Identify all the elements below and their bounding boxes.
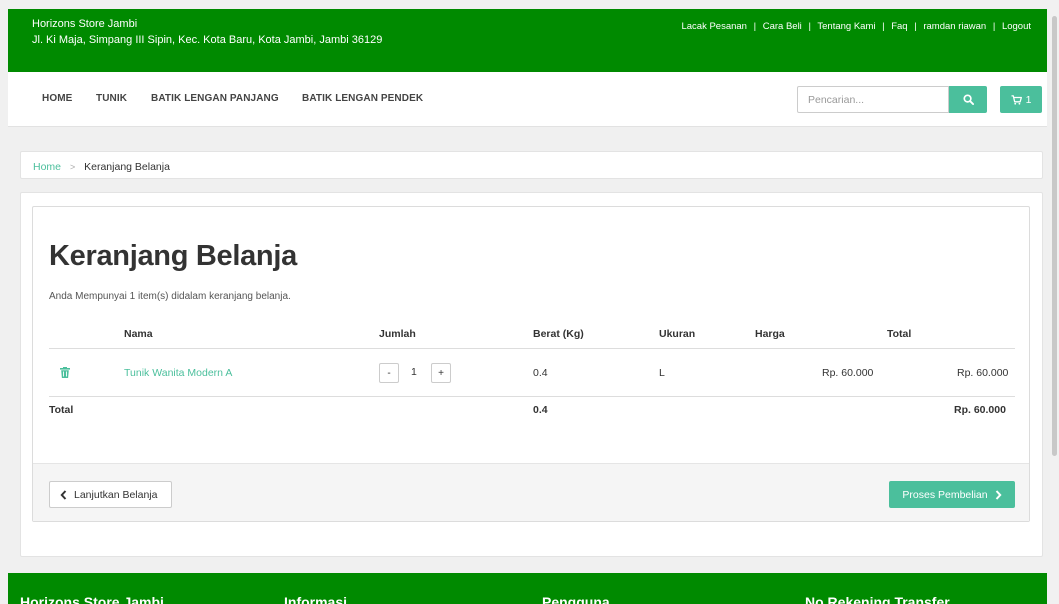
quantity-decrease-button[interactable]: - [379,363,399,383]
page-scrollbar[interactable] [1050,0,1059,604]
cart-icon [1011,94,1022,105]
footer-heading-pengguna: Pengguna [542,594,610,604]
link-tentang-kami[interactable]: Tentang Kami [817,21,875,32]
main-navbar: HOME TUNIK BATIK LENGAN PANJANG BATIK LE… [8,72,1047,127]
top-links: Lacak Pesanan | Cara Beli | Tentang Kami… [681,21,1031,32]
link-cara-beli[interactable]: Cara Beli [763,21,802,32]
column-header-berat: Berat (Kg) [533,328,584,340]
table-row-divider [49,396,1015,397]
footer-heading-informasi: Informasi [284,594,348,604]
column-header-total: Total [887,328,912,340]
link-separator: | [753,21,757,32]
link-faq[interactable]: Faq [891,21,907,32]
store-name: Horizons Store Jambi [32,18,138,30]
column-header-nama: Nama [124,328,153,340]
store-address: Jl. Ki Maja, Simpang III Sipin, Kec. Kot… [32,34,383,46]
page-title: Keranjang Belanja [49,240,297,272]
summary-total: Rp. 60.000 [954,404,1006,416]
nav-item-batik-lengan-pendek[interactable]: BATIK LENGAN PENDEK [302,93,423,104]
link-lacak-pesanan[interactable]: Lacak Pesanan [681,21,747,32]
link-user-profile[interactable]: ramdan riawan [923,21,986,32]
cart-panel-footer [33,463,1029,521]
search-input[interactable] [797,86,949,113]
proceed-purchase-label: Proses Pembelian [902,488,988,501]
search-icon [962,94,974,105]
continue-shopping-button[interactable]: Lanjutkan Belanja [49,481,172,508]
cart-info-text: Anda Mempunyai 1 item(s) didalam keranja… [49,291,291,302]
column-header-ukuran: Ukuran [659,328,696,340]
column-header-jumlah: Jumlah [379,328,416,340]
summary-weight: 0.4 [533,404,548,416]
cart-count: 1 [1025,93,1032,106]
breadcrumb: Home > Keranjang Belanja [20,151,1043,179]
breadcrumb-home[interactable]: Home [33,161,61,173]
column-header-harga: Harga [755,328,785,340]
link-separator: | [808,21,811,32]
cart-item-name[interactable]: Tunik Wanita Modern A [124,367,232,379]
quantity-value: 1 [411,366,417,378]
summary-label: Total [49,404,74,416]
chevron-left-icon [60,489,67,500]
cart-item-total: Rp. 60.000 [957,367,1009,379]
cart-panel: Keranjang Belanja Anda Mempunyai 1 item(… [32,206,1030,522]
nav-item-home[interactable]: HOME [42,93,72,104]
site-footer: Horizons Store Jambi Informasi Pengguna … [8,573,1047,604]
nav-item-tunik[interactable]: TUNIK [96,93,127,104]
link-logout[interactable]: Logout [1002,21,1031,32]
nav-item-batik-lengan-panjang[interactable]: BATIK LENGAN PANJANG [151,93,279,104]
cart-item-price: Rp. 60.000 [822,367,874,379]
continue-shopping-label: Lanjutkan Belanja [74,488,158,501]
breadcrumb-separator: > [69,162,76,172]
breadcrumb-current: Keranjang Belanja [84,161,170,173]
link-separator: | [914,21,917,32]
link-separator: | [882,21,885,32]
top-header: Horizons Store Jambi Jl. Ki Maja, Simpan… [8,9,1047,72]
scrollbar-thumb[interactable] [1052,16,1057,456]
search-button[interactable] [949,86,987,113]
cart-button[interactable]: 1 [1000,86,1042,113]
trash-icon[interactable] [60,367,70,378]
footer-heading-store: Horizons Store Jambi [20,594,164,604]
proceed-purchase-button[interactable]: Proses Pembelian [889,481,1015,508]
chevron-right-icon [995,489,1002,500]
table-header-divider [49,348,1015,349]
footer-heading-rekening: No Rekening Transfer [805,594,950,604]
quantity-increase-button[interactable]: + [431,363,451,383]
link-separator: | [992,21,996,32]
cart-item-size: L [659,367,665,379]
cart-item-weight: 0.4 [533,367,548,379]
